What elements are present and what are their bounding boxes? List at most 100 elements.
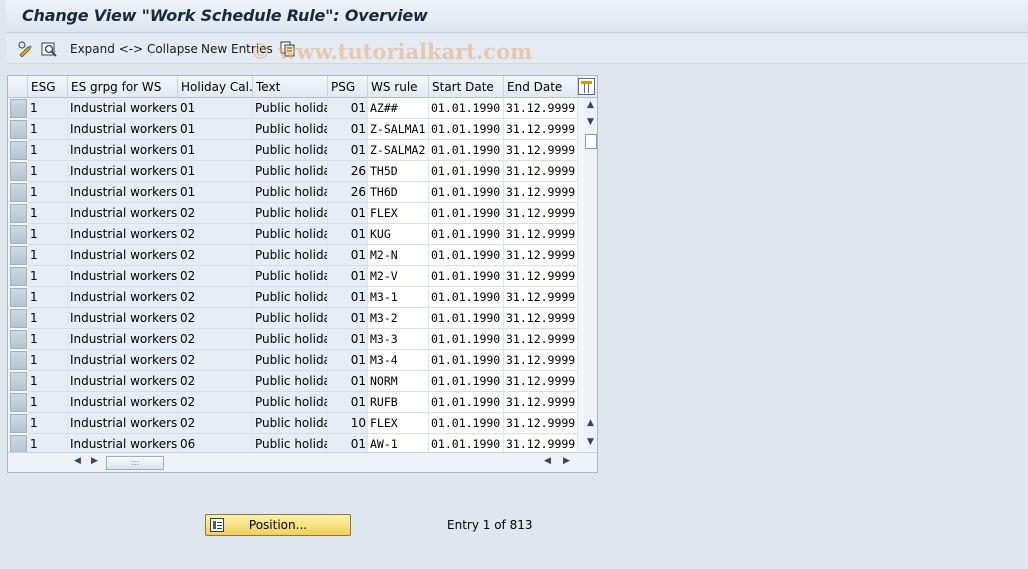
cell-start-date[interactable]: 01.01.1990 bbox=[429, 119, 504, 140]
cell-start-date[interactable]: 01.01.1990 bbox=[429, 329, 504, 350]
table-row: 1Industrial workers02Public holida...01R… bbox=[8, 392, 578, 413]
cell-ws-rule[interactable]: Z-SALMA1 bbox=[368, 119, 429, 140]
column-header-text[interactable]: Text bbox=[253, 76, 328, 98]
cell-end-date[interactable]: 31.12.9999 bbox=[504, 287, 578, 308]
scroll-page-up-icon[interactable]: ▲ bbox=[584, 416, 597, 430]
cell-start-date[interactable]: 01.01.1990 bbox=[429, 224, 504, 245]
cell-text: Public holida... bbox=[253, 350, 328, 371]
cell-end-date[interactable]: 31.12.9999 bbox=[504, 98, 578, 119]
cell-ws-rule[interactable]: M2-N bbox=[368, 245, 429, 266]
column-configuration-icon[interactable] bbox=[578, 78, 595, 95]
table-row: 1Industrial workers02Public holida...01M… bbox=[8, 308, 578, 329]
cell-end-date[interactable]: 31.12.9999 bbox=[504, 266, 578, 287]
scroll-page-down-icon[interactable]: ▼ bbox=[584, 115, 597, 129]
row-selector[interactable] bbox=[10, 414, 27, 433]
column-header-end-date[interactable]: End Date bbox=[504, 76, 578, 98]
row-selector[interactable] bbox=[10, 204, 27, 223]
cell-esg: 1 bbox=[28, 287, 68, 308]
scroll-up-icon[interactable]: ▲ bbox=[584, 98, 597, 112]
scroll-left-icon[interactable]: ◀ bbox=[74, 456, 81, 466]
cell-end-date[interactable]: 31.12.9999 bbox=[504, 371, 578, 392]
cell-psg: 26 bbox=[328, 182, 368, 203]
column-header-es-grpg[interactable]: ES grpg for WS bbox=[68, 76, 178, 98]
scroll-thumb[interactable] bbox=[585, 134, 597, 149]
cell-start-date[interactable]: 01.01.1990 bbox=[429, 203, 504, 224]
cell-ws-rule[interactable]: KUG bbox=[368, 224, 429, 245]
cell-end-date[interactable]: 31.12.9999 bbox=[504, 182, 578, 203]
cell-ws-rule[interactable]: FLEX bbox=[368, 413, 429, 434]
change-display-icon[interactable] bbox=[17, 40, 35, 58]
row-selector[interactable] bbox=[10, 99, 27, 118]
cell-ws-rule[interactable]: FLEX bbox=[368, 203, 429, 224]
expand-collapse-button[interactable]: Expand <-> Collapse bbox=[70, 42, 198, 56]
cell-start-date[interactable]: 01.01.1990 bbox=[429, 161, 504, 182]
cell-es-grpg: Industrial workers bbox=[68, 350, 178, 371]
cell-end-date[interactable]: 31.12.9999 bbox=[504, 203, 578, 224]
row-selector[interactable] bbox=[10, 351, 27, 370]
cell-start-date[interactable]: 01.01.1990 bbox=[429, 371, 504, 392]
row-selector[interactable] bbox=[10, 330, 27, 349]
row-selector[interactable] bbox=[10, 120, 27, 139]
cell-ws-rule[interactable]: NORM bbox=[368, 371, 429, 392]
new-entries-button[interactable]: New Entries bbox=[201, 42, 273, 56]
cell-end-date[interactable]: 31.12.9999 bbox=[504, 140, 578, 161]
cell-end-date[interactable]: 31.12.9999 bbox=[504, 413, 578, 434]
row-selector[interactable] bbox=[10, 225, 27, 244]
row-selector[interactable] bbox=[10, 246, 27, 265]
cell-start-date[interactable]: 01.01.1990 bbox=[429, 140, 504, 161]
header-selector[interactable] bbox=[8, 76, 28, 98]
cell-start-date[interactable]: 01.01.1990 bbox=[429, 392, 504, 413]
copy-as-icon[interactable] bbox=[279, 40, 297, 58]
cell-ws-rule[interactable]: AZ## bbox=[368, 98, 429, 119]
display-icon[interactable] bbox=[40, 40, 58, 58]
horizontal-scrollbar[interactable]: ◀ ▶ ::: ◀ ▶ bbox=[8, 452, 597, 472]
cell-ws-rule[interactable]: TH6D bbox=[368, 182, 429, 203]
cell-end-date[interactable]: 31.12.9999 bbox=[504, 392, 578, 413]
cell-ws-rule[interactable]: RUFB bbox=[368, 392, 429, 413]
scroll-right-end-icon[interactable]: ▶ bbox=[563, 456, 570, 466]
cell-ws-rule[interactable]: M3-1 bbox=[368, 287, 429, 308]
scroll-right-icon[interactable]: ▶ bbox=[91, 456, 98, 466]
column-header-psg[interactable]: PSG bbox=[328, 76, 368, 98]
column-header-esg[interactable]: ESG bbox=[28, 76, 68, 98]
cell-ws-rule[interactable]: TH5D bbox=[368, 161, 429, 182]
cell-end-date[interactable]: 31.12.9999 bbox=[504, 224, 578, 245]
row-selector[interactable] bbox=[10, 267, 27, 286]
cell-start-date[interactable]: 01.01.1990 bbox=[429, 98, 504, 119]
horizontal-scroll-thumb[interactable]: ::: bbox=[106, 456, 164, 470]
cell-start-date[interactable]: 01.01.1990 bbox=[429, 182, 504, 203]
row-selector[interactable] bbox=[10, 372, 27, 391]
row-selector[interactable] bbox=[10, 141, 27, 160]
cell-ws-rule[interactable]: Z-SALMA2 bbox=[368, 140, 429, 161]
cell-end-date[interactable]: 31.12.9999 bbox=[504, 161, 578, 182]
cell-end-date[interactable]: 31.12.9999 bbox=[504, 245, 578, 266]
row-selector[interactable] bbox=[10, 309, 27, 328]
cell-end-date[interactable]: 31.12.9999 bbox=[504, 329, 578, 350]
scroll-left-end-icon[interactable]: ◀ bbox=[544, 456, 551, 466]
cell-start-date[interactable]: 01.01.1990 bbox=[429, 308, 504, 329]
cell-start-date[interactable]: 01.01.1990 bbox=[429, 245, 504, 266]
cell-end-date[interactable]: 31.12.9999 bbox=[504, 350, 578, 371]
position-button[interactable]: Position... bbox=[205, 514, 351, 536]
cell-text: Public holida... bbox=[253, 182, 328, 203]
cell-ws-rule[interactable]: M2-V bbox=[368, 266, 429, 287]
cell-end-date[interactable]: 31.12.9999 bbox=[504, 119, 578, 140]
row-selector[interactable] bbox=[10, 288, 27, 307]
row-selector[interactable] bbox=[10, 393, 27, 412]
scroll-down-icon[interactable]: ▼ bbox=[584, 435, 597, 449]
cell-ws-rule[interactable]: M3-3 bbox=[368, 329, 429, 350]
column-header-holiday-cal[interactable]: Holiday Cal... bbox=[178, 76, 253, 98]
cell-start-date[interactable]: 01.01.1990 bbox=[429, 350, 504, 371]
cell-end-date[interactable]: 31.12.9999 bbox=[504, 308, 578, 329]
cell-start-date[interactable]: 01.01.1990 bbox=[429, 266, 504, 287]
vertical-scrollbar[interactable]: ▲ ▼ ▲ ▼ bbox=[584, 98, 597, 451]
column-header-start-date[interactable]: Start Date bbox=[429, 76, 504, 98]
cell-esg: 1 bbox=[28, 98, 68, 119]
column-header-ws-rule[interactable]: WS rule bbox=[368, 76, 429, 98]
cell-start-date[interactable]: 01.01.1990 bbox=[429, 413, 504, 434]
cell-ws-rule[interactable]: M3-2 bbox=[368, 308, 429, 329]
row-selector[interactable] bbox=[10, 183, 27, 202]
row-selector[interactable] bbox=[10, 162, 27, 181]
cell-ws-rule[interactable]: M3-4 bbox=[368, 350, 429, 371]
cell-start-date[interactable]: 01.01.1990 bbox=[429, 287, 504, 308]
